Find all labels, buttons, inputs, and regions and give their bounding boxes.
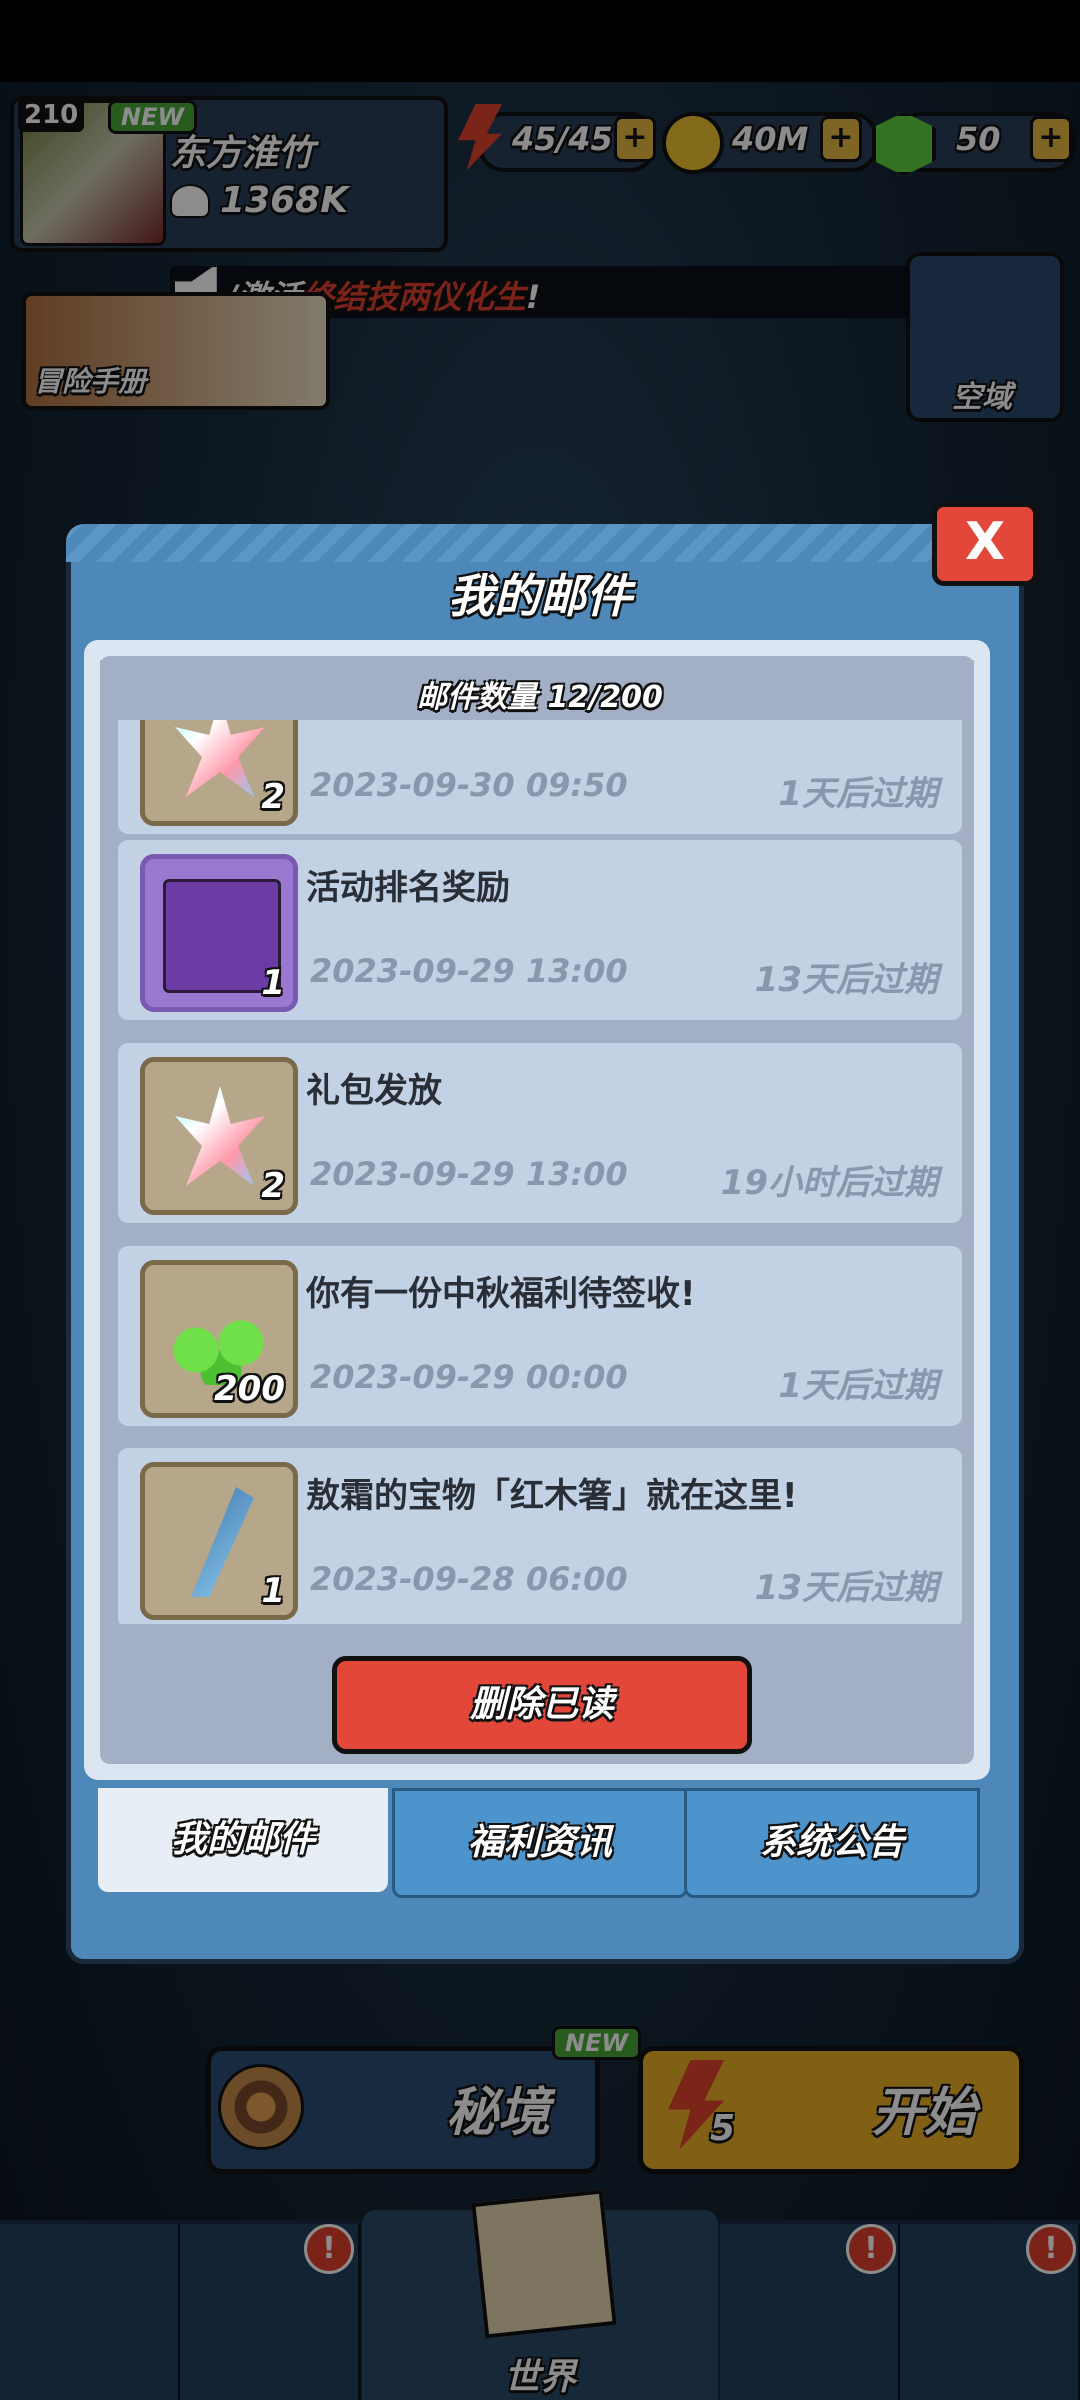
mail-expire: 1天后过期 bbox=[778, 1366, 938, 1406]
mail-expire: 13天后过期 bbox=[754, 1568, 938, 1608]
crystal-icon: 2 bbox=[140, 1057, 298, 1215]
mail-expire: 1天后过期 bbox=[778, 774, 938, 814]
status-bar bbox=[0, 0, 1080, 82]
mail-expire: 19小时后过期 bbox=[720, 1163, 938, 1203]
mail-date: 2023-09-29 13:00 bbox=[310, 952, 628, 990]
gem-icon: 200 bbox=[140, 1260, 298, 1418]
mail-qty: 2 bbox=[261, 777, 285, 817]
mail-count: 邮件数量 12/200 bbox=[417, 680, 663, 715]
mail-item[interactable]: 2 2023-09-30 09:50 1天后过期 bbox=[118, 720, 962, 834]
chopsticks-icon: 1 bbox=[140, 1462, 298, 1620]
delete-read-button[interactable]: 删除已读 bbox=[332, 1656, 752, 1754]
mail-item[interactable]: 1 敖霜的宝物「红木箸」就在这里! 2023-09-28 06:00 13天后过… bbox=[118, 1448, 962, 1624]
mail-item[interactable]: 2 礼包发放 2023-09-29 13:00 19小时后过期 bbox=[118, 1043, 962, 1223]
mail-list[interactable]: 2 2023-09-30 09:50 1天后过期 1 活动排名奖励 2023-0… bbox=[118, 720, 962, 1624]
crystal-icon: 2 bbox=[140, 720, 298, 826]
mail-date: 2023-09-30 09:50 bbox=[310, 766, 628, 804]
mail-expire: 13天后过期 bbox=[754, 960, 938, 1000]
mail-date: 2023-09-28 06:00 bbox=[310, 1560, 628, 1598]
tab-welfare-news[interactable]: 福利资讯 bbox=[392, 1788, 688, 1898]
mail-qty: 1 bbox=[261, 1571, 285, 1611]
mail-title: 你有一份中秋福利待签收! bbox=[306, 1274, 696, 1314]
mail-title: 敖霜的宝物「红木箸」就在这里! bbox=[306, 1476, 798, 1516]
mail-title: 礼包发放 bbox=[306, 1071, 442, 1111]
mail-item[interactable]: 1 活动排名奖励 2023-09-29 13:00 13天后过期 bbox=[118, 840, 962, 1020]
tab-system-notice[interactable]: 系统公告 bbox=[684, 1788, 980, 1898]
mail-item[interactable]: 200 你有一份中秋福利待签收! 2023-09-29 00:00 1天后过期 bbox=[118, 1246, 962, 1426]
mail-date: 2023-09-29 00:00 bbox=[310, 1358, 628, 1396]
card-icon: 1 bbox=[140, 854, 298, 1012]
mail-dialog-header bbox=[66, 524, 1014, 562]
dialog-title: 我的邮件 bbox=[448, 569, 632, 623]
mail-title: 活动排名奖励 bbox=[306, 868, 510, 908]
mail-date: 2023-09-29 13:00 bbox=[310, 1155, 628, 1193]
tab-my-mail[interactable]: 我的邮件 bbox=[98, 1788, 388, 1892]
mail-qty: 2 bbox=[261, 1166, 285, 1206]
mail-qty: 1 bbox=[261, 963, 285, 1003]
mail-qty: 200 bbox=[214, 1369, 285, 1409]
